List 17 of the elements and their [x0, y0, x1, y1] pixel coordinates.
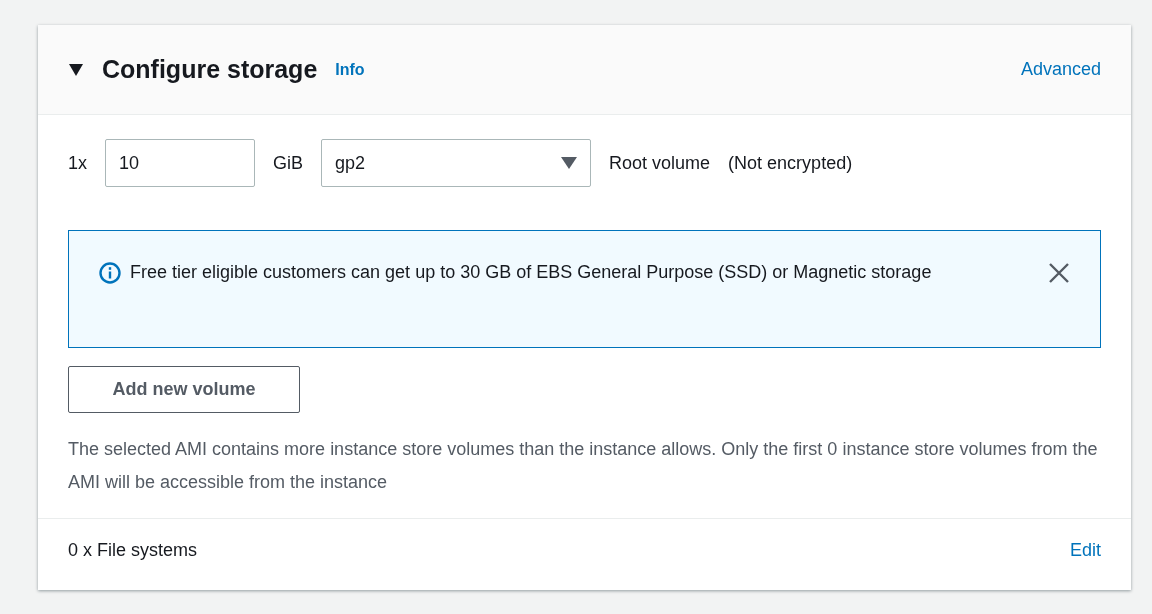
section-title: Configure storage — [102, 53, 318, 85]
instance-store-note: The selected AMI contains more instance store volumes than the instance allows. Only the first 0 instance store volumes from the AMI will be accessible from the instance — [68, 438, 1099, 494]
encryption-status: (Not encrypted) — [728, 151, 853, 175]
info-icon — [99, 262, 121, 284]
alert-message: Free tier eligible customers can get up to 30 GB of EBS General Purpose (SSD) or Magnetic storage — [130, 261, 933, 284]
edit-link[interactable]: Edit — [1069, 537, 1101, 564]
info-link[interactable]: Info — [335, 57, 365, 82]
file-systems-count: 0 x File systems — [68, 539, 198, 562]
volume-count: 1x — [68, 151, 87, 175]
advanced-link[interactable]: Advanced — [1020, 56, 1101, 83]
volume-type-select[interactable]: gp2 — [321, 139, 592, 187]
dropdown-caret-icon — [561, 157, 578, 169]
volume-label: Root volume — [609, 151, 711, 175]
size-field[interactable]: 10 — [105, 139, 255, 187]
size-unit: GiB — [273, 151, 304, 175]
collapse-triangle-icon[interactable] — [68, 62, 84, 77]
add-volume-button[interactable]: Add new volume — [68, 366, 300, 413]
